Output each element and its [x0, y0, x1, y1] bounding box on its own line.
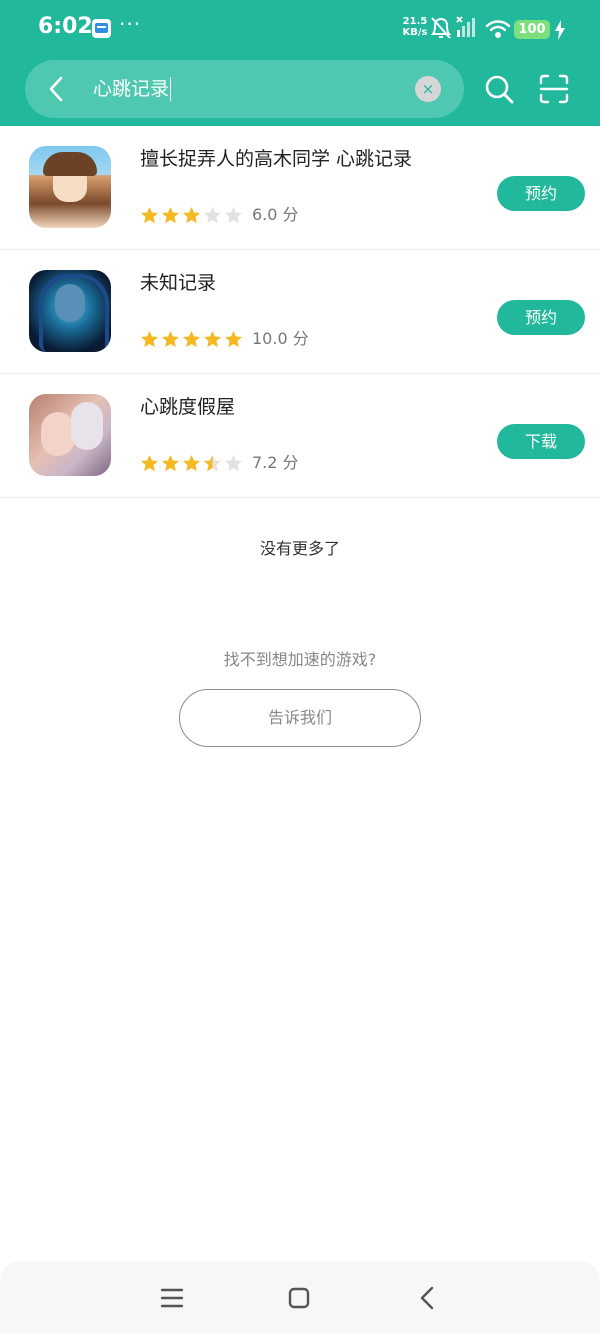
app-title[interactable]: 心跳度假屋: [140, 394, 235, 420]
star-icon: [161, 206, 180, 224]
search-icon[interactable]: [484, 74, 514, 104]
star-icon: [140, 454, 159, 472]
notification-app-icon: [92, 19, 111, 38]
cant-find-text: 找不到想加速的游戏?: [223, 650, 377, 669]
app-title[interactable]: 擅长捉弄人的高木同学 心跳记录: [140, 146, 412, 172]
status-bar: 6:02 ··· 21.5 KB/s 100: [0, 0, 600, 58]
search-query: 心跳记录: [93, 78, 170, 100]
search-results-list: 擅长捉弄人的高木同学 心跳记录 6.0 分 预约 未知记录 10.0 分 预约 …: [0, 126, 600, 498]
star-icon: [161, 330, 180, 348]
network-speed-value: 21.5: [402, 16, 428, 27]
menu-icon[interactable]: [160, 1287, 184, 1309]
signal-icon: [456, 16, 475, 37]
star-icon: [182, 206, 201, 224]
star-icon: [182, 330, 201, 348]
system-icons: [430, 16, 511, 39]
download-button[interactable]: 下载: [497, 424, 585, 459]
list-item[interactable]: 未知记录 10.0 分 预约: [0, 250, 600, 374]
reserve-button[interactable]: 预约: [497, 300, 585, 335]
app-title[interactable]: 未知记录: [140, 270, 216, 296]
rating-score: 6.0 分: [252, 205, 299, 224]
star-icon: [224, 206, 243, 224]
home-icon[interactable]: [288, 1287, 310, 1309]
clear-search-button[interactable]: ×: [415, 76, 441, 102]
rating-score: 10.0 分: [252, 329, 309, 348]
battery-icon: 100: [514, 20, 550, 39]
star-icon: [203, 206, 222, 224]
list-item[interactable]: 心跳度假屋 7.2 分 下载: [0, 374, 600, 498]
star-icon: [182, 454, 201, 472]
app-icon-weizhi[interactable]: [29, 270, 111, 352]
network-speed-unit: KB/s: [402, 27, 428, 38]
star-icon: [203, 454, 222, 472]
star-icon: [224, 454, 243, 472]
star-icon: [140, 206, 159, 224]
back-arrow-icon[interactable]: [45, 75, 69, 103]
rating-score: 7.2 分: [252, 453, 299, 472]
nav-back-icon[interactable]: [418, 1286, 436, 1310]
star-icon: [161, 454, 180, 472]
more-notifications-icon: ···: [119, 12, 142, 36]
reserve-button[interactable]: 预约: [497, 176, 585, 211]
app-header: 6:02 ··· 21.5 KB/s 100 心跳记录 ×: [0, 0, 600, 126]
text-cursor: [170, 77, 172, 101]
network-speed: 21.5 KB/s: [400, 16, 430, 38]
status-time: 6:02: [38, 14, 93, 39]
tell-us-button[interactable]: 告诉我们: [179, 689, 421, 747]
star-icon: [140, 330, 159, 348]
app-icon-dujia[interactable]: [29, 394, 111, 476]
no-more-text: 没有更多了: [259, 539, 340, 558]
app-icon-takagi[interactable]: [29, 146, 111, 228]
charging-icon: [555, 20, 565, 40]
mute-bell-icon: [430, 17, 452, 39]
list-item[interactable]: 擅长捉弄人的高木同学 心跳记录 6.0 分 预约: [0, 126, 600, 250]
search-input[interactable]: 心跳记录: [93, 77, 172, 101]
star-icon: [203, 330, 222, 348]
search-bar[interactable]: 心跳记录 ×: [25, 60, 464, 118]
scan-icon[interactable]: [538, 73, 570, 105]
star-icon: [224, 330, 243, 348]
wifi-icon: [485, 20, 511, 39]
